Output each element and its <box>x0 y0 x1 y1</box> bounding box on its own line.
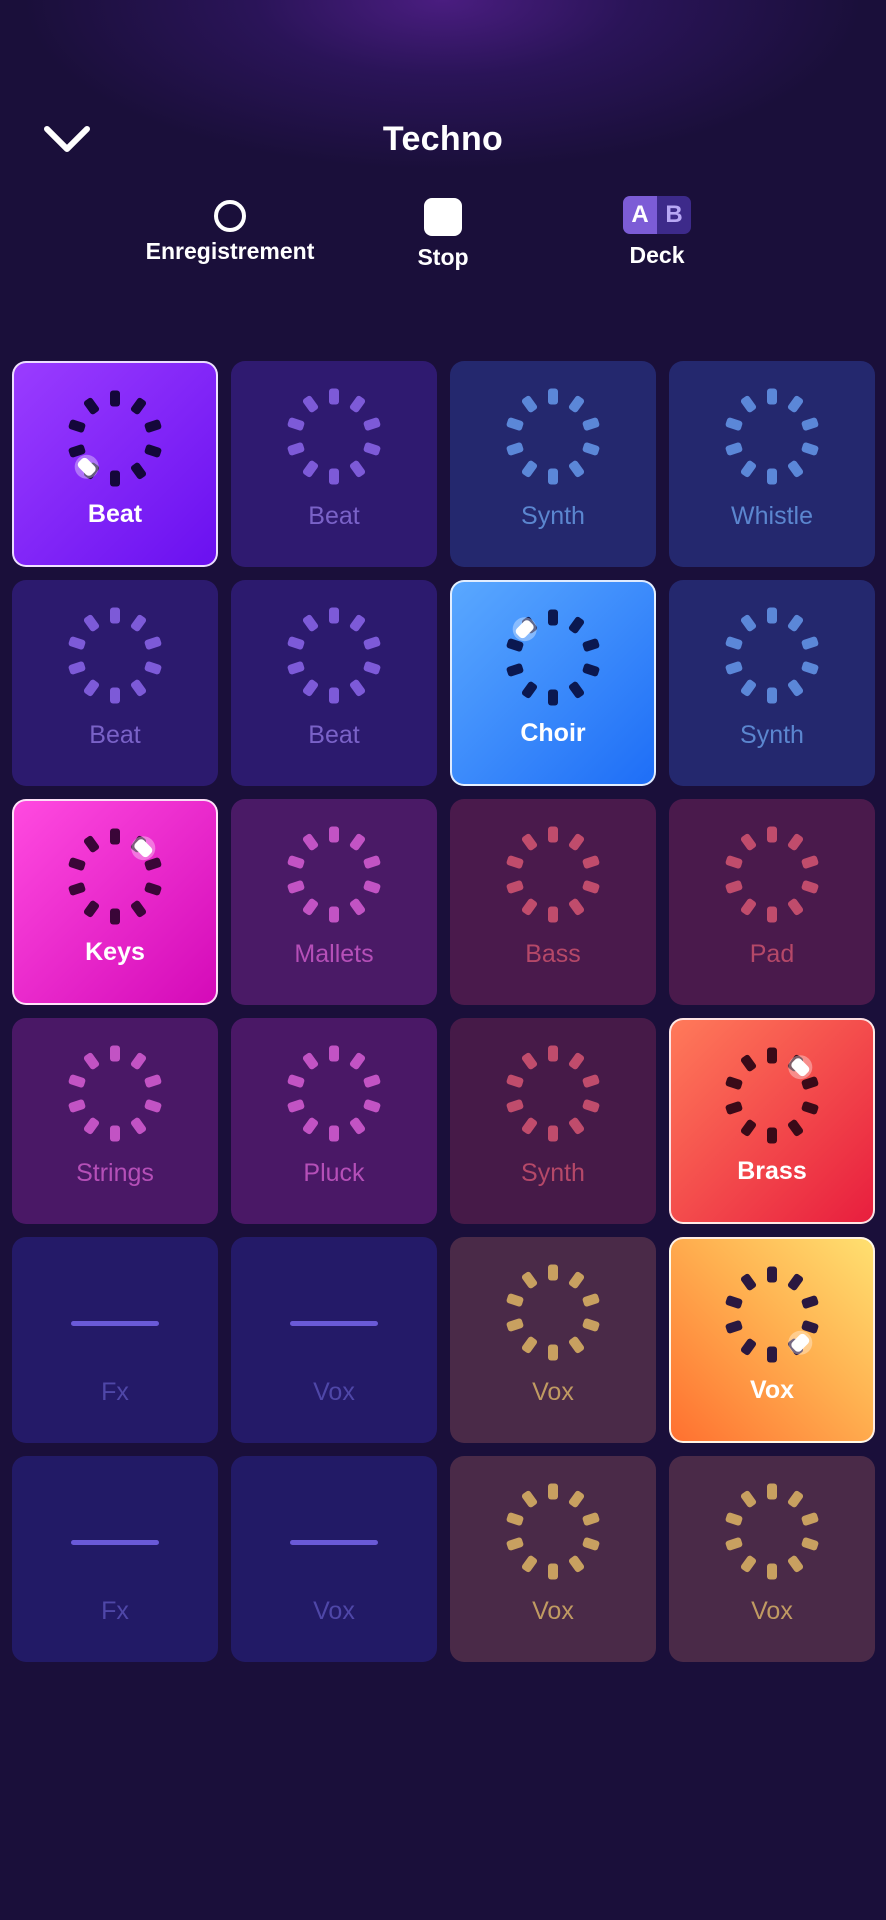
pad-strings[interactable]: Strings <box>12 1018 218 1224</box>
loop-progress-ring-icon <box>722 387 822 492</box>
record-icon <box>214 200 246 232</box>
deck-ab-icon: A B <box>623 196 691 234</box>
pad-label: Keys <box>85 938 145 966</box>
pad-choir[interactable]: Choir <box>450 580 656 786</box>
deck-button[interactable]: A B Deck <box>600 196 714 269</box>
loop-progress-ring-icon <box>284 387 384 492</box>
pad-vox[interactable]: Vox <box>231 1456 437 1662</box>
pad-label: Vox <box>532 1378 574 1406</box>
deck-a: A <box>623 196 657 234</box>
loop-progress-ring-icon <box>65 827 165 932</box>
pad-label: Whistle <box>731 502 813 530</box>
pad-label: Strings <box>76 1159 154 1187</box>
pad-pad[interactable]: Pad <box>669 799 875 1005</box>
pad-vox[interactable]: Vox <box>450 1456 656 1662</box>
loop-progress-ring-icon <box>503 1482 603 1587</box>
loop-progress-ring-icon <box>722 1482 822 1587</box>
loop-progress-ring-icon <box>65 389 165 494</box>
pad-label: Vox <box>532 1597 574 1625</box>
loop-progress-ring-icon <box>722 1265 822 1370</box>
loop-progress-ring-icon <box>503 1044 603 1149</box>
pad-beat[interactable]: Beat <box>231 580 437 786</box>
pad-vox[interactable]: Vox <box>231 1237 437 1443</box>
pad-synth[interactable]: Synth <box>669 580 875 786</box>
pad-brass[interactable]: Brass <box>669 1018 875 1224</box>
pad-label: Synth <box>740 721 804 749</box>
loop-progress-ring-icon <box>65 606 165 711</box>
loop-progress-ring-icon <box>503 387 603 492</box>
pad-beat[interactable]: Beat <box>12 580 218 786</box>
pad-label: Bass <box>525 940 581 968</box>
record-button[interactable]: Enregistrement <box>130 196 330 265</box>
pad-vox[interactable]: Vox <box>669 1237 875 1443</box>
pad-fx[interactable]: Fx <box>12 1456 218 1662</box>
pad-label: Fx <box>101 1597 129 1625</box>
page-title: Techno <box>382 120 504 158</box>
pad-whistle[interactable]: Whistle <box>669 361 875 567</box>
pad-bass[interactable]: Bass <box>450 799 656 1005</box>
pad-label: Brass <box>737 1157 807 1185</box>
pad-label: Mallets <box>294 940 374 968</box>
empty-slot-line <box>71 1540 159 1545</box>
record-label: Enregistrement <box>145 238 315 264</box>
loop-progress-ring-icon <box>284 1044 384 1149</box>
pad-keys[interactable]: Keys <box>12 799 218 1005</box>
header: Techno Enregistrement Stop A B Deck <box>0 0 886 300</box>
pad-beat[interactable]: Beat <box>231 361 437 567</box>
loop-progress-ring-icon <box>722 606 822 711</box>
pad-label: Vox <box>751 1597 793 1625</box>
pad-label: Choir <box>520 719 586 747</box>
deck-label: Deck <box>629 242 685 268</box>
pad-label: Vox <box>750 1376 794 1404</box>
deck-b: B <box>657 196 691 234</box>
stop-button[interactable]: Stop <box>390 196 496 271</box>
empty-slot-line <box>290 1540 378 1545</box>
pad-label: Synth <box>521 1159 585 1187</box>
pad-label: Vox <box>313 1378 355 1406</box>
pad-vox[interactable]: Vox <box>669 1456 875 1662</box>
pad-label: Pluck <box>303 1159 365 1187</box>
pad-synth[interactable]: Synth <box>450 361 656 567</box>
pad-label: Fx <box>101 1378 129 1406</box>
loop-progress-ring-icon <box>503 608 603 713</box>
empty-slot-line <box>71 1321 159 1326</box>
empty-slot-line <box>290 1321 378 1326</box>
pad-label: Beat <box>308 502 360 530</box>
pad-mallets[interactable]: Mallets <box>231 799 437 1005</box>
pad-label: Pad <box>749 940 795 968</box>
pad-label: Beat <box>87 500 143 528</box>
pad-label: Vox <box>313 1597 355 1625</box>
loop-progress-ring-icon <box>65 1044 165 1149</box>
pad-label: Beat <box>308 721 360 749</box>
pad-pluck[interactable]: Pluck <box>231 1018 437 1224</box>
stop-icon <box>424 198 462 236</box>
pad-synth[interactable]: Synth <box>450 1018 656 1224</box>
loop-progress-ring-icon <box>722 1046 822 1151</box>
pad-beat[interactable]: Beat <box>12 361 218 567</box>
pad-label: Beat <box>89 721 141 749</box>
stop-label: Stop <box>417 244 469 270</box>
pad-vox[interactable]: Vox <box>450 1237 656 1443</box>
loop-progress-ring-icon <box>503 825 603 930</box>
pad-fx[interactable]: Fx <box>12 1237 218 1443</box>
loop-progress-ring-icon <box>722 825 822 930</box>
loop-progress-ring-icon <box>284 825 384 930</box>
loop-progress-ring-icon <box>503 1263 603 1368</box>
loop-progress-ring-icon <box>284 606 384 711</box>
pad-label: Synth <box>521 502 585 530</box>
